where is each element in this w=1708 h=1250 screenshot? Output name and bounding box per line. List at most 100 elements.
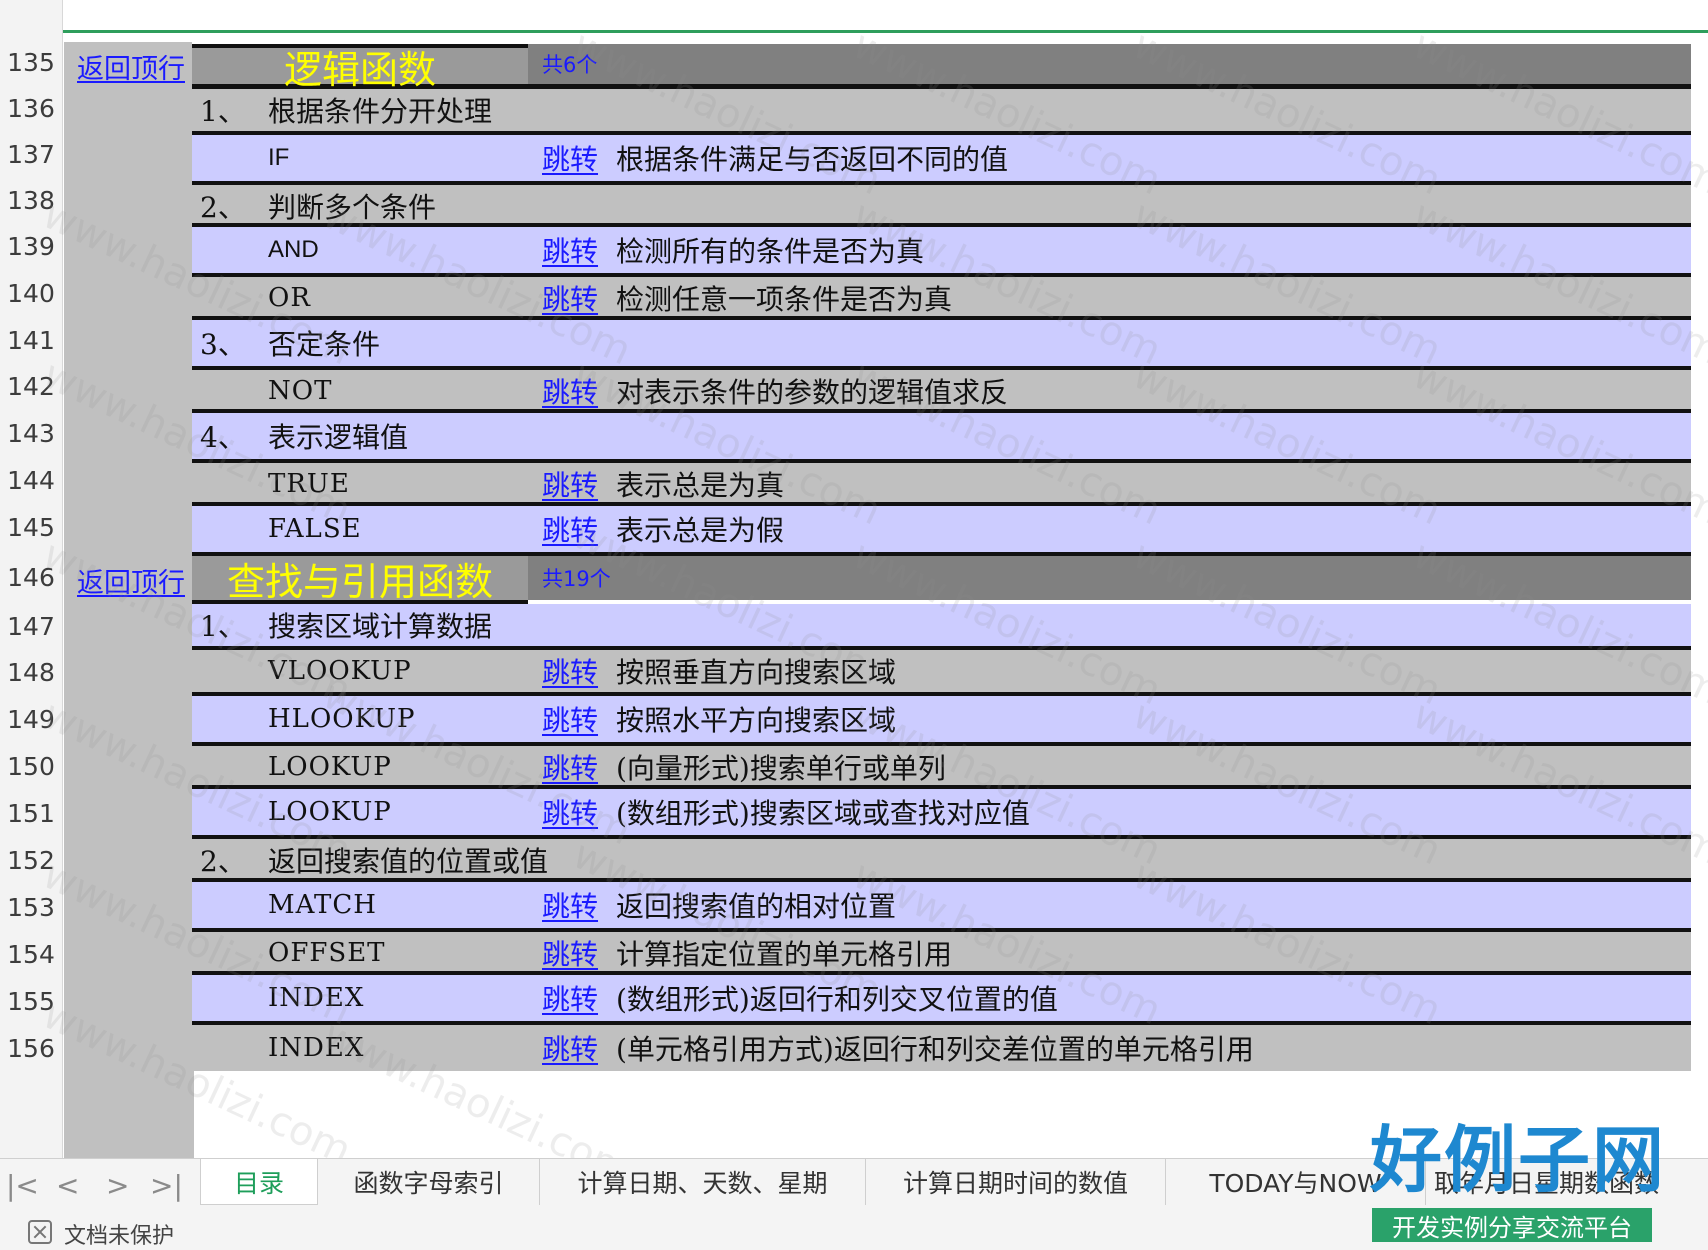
table-row[interactable]: OFFSET 跳转 计算指定位置的单元格引用 bbox=[192, 932, 1691, 974]
row-number[interactable]: 146 bbox=[0, 565, 62, 590]
jump-link[interactable]: 跳转 bbox=[542, 975, 598, 1021]
table-row[interactable]: LOOKUP 跳转 (向量形式)搜索单行或单列 bbox=[192, 746, 1691, 788]
next-sheet-icon[interactable]: > bbox=[106, 1169, 129, 1202]
table-row[interactable]: FALSE 跳转 表示总是为假 bbox=[192, 502, 1691, 556]
jump-link[interactable]: 跳转 bbox=[542, 650, 598, 692]
function-name: OFFSET bbox=[268, 938, 386, 968]
function-description: 表示总是为假 bbox=[616, 514, 785, 547]
logo-title: 好例子网 bbox=[1370, 1118, 1667, 1202]
row-number[interactable]: 144 bbox=[0, 468, 62, 493]
table-row[interactable]: OR 跳转 检测任意一项条件是否为真 bbox=[192, 277, 1691, 319]
jump-link[interactable]: 跳转 bbox=[542, 463, 598, 505]
jump-link[interactable]: 跳转 bbox=[542, 277, 598, 319]
table-row[interactable]: NOT 跳转 对表示条件的参数的逻辑值求反 bbox=[192, 370, 1691, 412]
row-number[interactable]: 140 bbox=[0, 281, 62, 306]
row-number[interactable]: 154 bbox=[0, 942, 62, 967]
function-name: IF bbox=[268, 144, 290, 171]
row-number[interactable]: 153 bbox=[0, 895, 62, 920]
function-name: AND bbox=[268, 236, 319, 263]
item-number: 3、 bbox=[200, 328, 246, 361]
section-title: 查找与引用函数 bbox=[192, 556, 528, 604]
jump-link[interactable]: 跳转 bbox=[542, 932, 598, 974]
protection-status: 文档未保护 bbox=[64, 1224, 175, 1249]
jump-link[interactable]: 跳转 bbox=[542, 789, 598, 835]
table-row[interactable]: AND 跳转 检测所有的条件是否为真 bbox=[192, 223, 1691, 277]
function-description: 检测所有的条件是否为真 bbox=[616, 235, 925, 268]
row-number[interactable]: 151 bbox=[0, 801, 62, 826]
item-number: 1、 bbox=[200, 610, 246, 643]
row-number[interactable]: 145 bbox=[0, 515, 62, 540]
item-number: 2、 bbox=[200, 191, 246, 224]
function-description: 表示总是为真 bbox=[616, 469, 785, 502]
logo-subtitle: 开发实例分享交流平台 bbox=[1372, 1208, 1652, 1242]
function-name: INDEX bbox=[268, 983, 365, 1013]
table-row[interactable]: LOOKUP 跳转 (数组形式)搜索区域或查找对应值 bbox=[192, 785, 1691, 839]
tab-function-index[interactable]: 函数字母索引 bbox=[318, 1159, 540, 1205]
back-to-top-link[interactable]: 返回顶行 bbox=[70, 46, 192, 86]
tab-contents[interactable]: 目录 bbox=[200, 1159, 318, 1205]
row-number[interactable]: 142 bbox=[0, 374, 62, 399]
jump-link[interactable]: 跳转 bbox=[542, 135, 598, 181]
row-number[interactable]: 152 bbox=[0, 848, 62, 873]
table-row[interactable]: IF 跳转 根据条件满足与否返回不同的值 bbox=[192, 131, 1691, 185]
tab-calc-date-days[interactable]: 计算日期、天数、星期 bbox=[540, 1159, 866, 1205]
row-number[interactable]: 138 bbox=[0, 188, 62, 213]
jump-link[interactable]: 跳转 bbox=[542, 370, 598, 412]
row-number[interactable]: 143 bbox=[0, 421, 62, 446]
row-number[interactable]: 135 bbox=[0, 50, 62, 75]
jump-link[interactable]: 跳转 bbox=[542, 1025, 598, 1071]
function-description: (数组形式)返回行和列交叉位置的值 bbox=[616, 983, 1058, 1016]
section-count: 共19个 bbox=[542, 567, 611, 591]
row-header: 135 136 137 138 139 140 141 142 143 144 … bbox=[0, 0, 63, 1158]
item-title: 根据条件分开处理 bbox=[268, 95, 493, 128]
function-name: LOOKUP bbox=[268, 797, 392, 827]
unprotected-icon[interactable] bbox=[28, 1220, 52, 1244]
prev-sheet-icon[interactable]: < bbox=[56, 1169, 79, 1202]
last-sheet-icon[interactable]: >| bbox=[150, 1169, 183, 1202]
section-title: 逻辑函数 bbox=[192, 44, 528, 92]
function-description: 按照水平方向搜索区域 bbox=[616, 704, 897, 737]
first-sheet-icon[interactable]: |< bbox=[6, 1169, 39, 1202]
spreadsheet-area[interactable]: 135 136 137 138 139 140 141 142 143 144 … bbox=[0, 0, 1708, 1158]
function-description: (数组形式)搜索区域或查找对应值 bbox=[616, 797, 1030, 830]
table-row[interactable]: TRUE 跳转 表示总是为真 bbox=[192, 463, 1691, 505]
table-row[interactable]: VLOOKUP 跳转 按照垂直方向搜索区域 bbox=[192, 650, 1691, 692]
jump-link[interactable]: 跳转 bbox=[542, 882, 598, 928]
list-item[interactable]: 3、 否定条件 bbox=[192, 316, 1691, 370]
row-number[interactable]: 147 bbox=[0, 614, 62, 639]
list-item[interactable]: 2、 判断多个条件 bbox=[192, 185, 1691, 227]
jump-link[interactable]: 跳转 bbox=[542, 746, 598, 788]
row-number[interactable]: 139 bbox=[0, 234, 62, 259]
site-logo: 好例子网 开发实例分享交流平台 bbox=[1370, 1124, 1690, 1242]
table-row[interactable]: INDEX 跳转 (数组形式)返回行和列交叉位置的值 bbox=[192, 971, 1691, 1025]
tab-calc-datetime[interactable]: 计算日期时间的数值 bbox=[866, 1159, 1166, 1205]
row-number[interactable]: 149 bbox=[0, 707, 62, 732]
list-item[interactable]: 1、 根据条件分开处理 bbox=[192, 89, 1691, 131]
item-title: 表示逻辑值 bbox=[268, 421, 409, 454]
table-row[interactable]: HLOOKUP 跳转 按照水平方向搜索区域 bbox=[192, 692, 1691, 746]
row-number[interactable]: 155 bbox=[0, 989, 62, 1014]
row-number[interactable]: 148 bbox=[0, 660, 62, 685]
list-item[interactable]: 1、 搜索区域计算数据 bbox=[192, 604, 1691, 650]
function-name: OR bbox=[268, 283, 311, 313]
jump-link[interactable]: 跳转 bbox=[542, 506, 598, 552]
table-row[interactable]: INDEX 跳转 (单元格引用方式)返回行和列交差位置的单元格引用 bbox=[192, 1025, 1691, 1071]
back-to-top-link[interactable]: 返回顶行 bbox=[70, 558, 192, 602]
row-number[interactable]: 137 bbox=[0, 142, 62, 167]
row-number[interactable]: 150 bbox=[0, 754, 62, 779]
row-number[interactable]: 141 bbox=[0, 328, 62, 353]
list-item[interactable]: 4、 表示逻辑值 bbox=[192, 409, 1691, 463]
function-name: VLOOKUP bbox=[268, 656, 412, 686]
item-title: 返回搜索值的位置或值 bbox=[268, 845, 549, 878]
function-description: 按照垂直方向搜索区域 bbox=[616, 656, 897, 689]
section-count: 共6个 bbox=[542, 53, 598, 77]
list-item[interactable]: 2、 返回搜索值的位置或值 bbox=[192, 839, 1691, 881]
table-row[interactable]: MATCH 跳转 返回搜索值的相对位置 bbox=[192, 878, 1691, 932]
function-name: MATCH bbox=[268, 890, 377, 920]
row-number[interactable]: 156 bbox=[0, 1036, 62, 1061]
jump-link[interactable]: 跳转 bbox=[542, 696, 598, 742]
function-description: 对表示条件的参数的逻辑值求反 bbox=[616, 376, 1009, 409]
row-number[interactable]: 136 bbox=[0, 96, 62, 121]
section-header-lookup: 查找与引用函数 共19个 bbox=[192, 556, 1691, 604]
jump-link[interactable]: 跳转 bbox=[542, 227, 598, 273]
